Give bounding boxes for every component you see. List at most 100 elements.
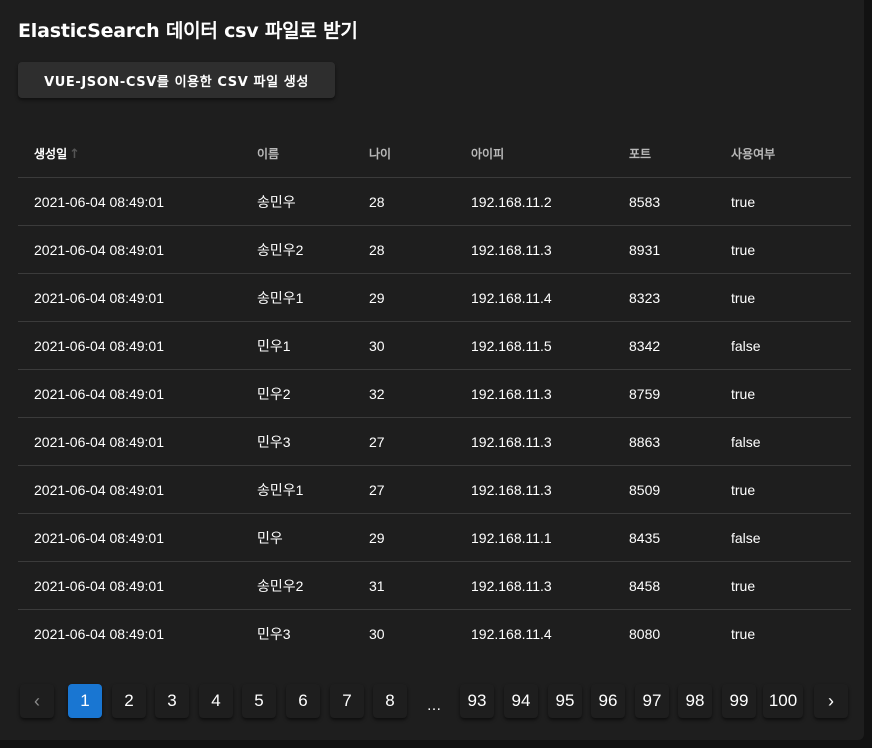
page-button[interactable]: 3 (155, 684, 189, 718)
page-button[interactable]: 97 (635, 684, 669, 718)
page-button[interactable]: 98 (678, 684, 712, 718)
cell-name: 송민우2 (241, 561, 353, 610)
cell-name: 민우3 (257, 625, 291, 642)
table-row: 2021-06-04 08:49:01 민우3 30 192.168.11.4 8080… (18, 610, 851, 658)
column-header-port[interactable]: 포트 (613, 130, 715, 178)
table-row: 2021-06-04 08:49:01 송민우 28 192.168.11.2 8583… (18, 177, 851, 226)
cell-age: 28 (353, 225, 455, 274)
cell-port: 8080 (629, 625, 661, 642)
cell-name: 민우2 (241, 369, 353, 418)
cell-ip: 192.168.11.5 (455, 321, 613, 370)
chevron-left-icon[interactable]: ‹ (20, 684, 54, 718)
table-body: 2021-06-04 08:49:01 송민우 28 192.168.11.2 8583… (18, 177, 851, 658)
page-button[interactable]: 8 (373, 684, 407, 718)
cell-created: 2021-06-04 08:49:01 (18, 177, 241, 226)
page-button[interactable]: 93 (460, 684, 494, 718)
cell-port: 8931 (613, 225, 715, 274)
cell-ip: 192.168.11.3 (455, 417, 613, 466)
cell-enabled: false (715, 417, 851, 466)
cell-port: 8458 (613, 561, 715, 610)
cell-name: 민우3 (241, 417, 353, 466)
page-button[interactable]: 96 (591, 684, 625, 718)
page-button[interactable]: 99 (722, 684, 756, 718)
chevron-right-icon[interactable]: › (814, 684, 848, 718)
table-row: 2021-06-04 08:49:01 송민우2 31 192.168.11.3 845… (18, 561, 851, 610)
cell-age: 27 (353, 417, 455, 466)
cell-ip: 192.168.11.2 (455, 177, 613, 226)
cell-ip: 192.168.11.4 (471, 625, 552, 642)
page-title: ElasticSearch 데이터 csv 파일로 받기 (18, 20, 358, 42)
cell-age: 29 (353, 273, 455, 322)
cell-age: 30 (353, 321, 455, 370)
cell-created: 2021-06-04 08:49:01 (18, 225, 241, 274)
cell-age: 30 (369, 625, 385, 642)
column-header-enabled[interactable]: 사용여부 (715, 130, 851, 178)
cell-enabled: false (715, 513, 851, 562)
cell-port: 8863 (613, 417, 715, 466)
pagination: ‹ 1 2 3 4 5 6 7 8 … 93 94 95 96 97 98 99 100 › (20, 684, 850, 718)
cell-enabled: true (715, 225, 851, 274)
cell-port: 8435 (613, 513, 715, 562)
cell-name: 민우1 (241, 321, 353, 370)
column-header-age[interactable]: 나이 (353, 130, 455, 178)
cell-enabled: true (731, 625, 756, 642)
cell-created: 2021-06-04 08:49:01 (18, 513, 241, 562)
cell-port: 8342 (613, 321, 715, 370)
cell-name: 송민우 (241, 177, 353, 226)
main-card: ElasticSearch 데이터 csv 파일로 받기 VUE-JSON-CS… (0, 0, 864, 740)
page-button[interactable]: 2 (112, 684, 146, 718)
page-button[interactable]: 94 (504, 684, 538, 718)
cell-ip: 192.168.11.3 (455, 369, 613, 418)
table-row: 2021-06-04 08:49:01 민우2 32 192.168.11.3 8759… (18, 369, 851, 418)
cell-ip: 192.168.11.1 (455, 513, 613, 562)
table-row: 2021-06-04 08:49:01 송민우2 28 192.168.11.3 893… (18, 225, 851, 274)
cell-age: 32 (353, 369, 455, 418)
cell-enabled: true (715, 369, 851, 418)
cell-created: 2021-06-04 08:49:01 (34, 625, 164, 642)
cell-name: 송민우2 (241, 225, 353, 274)
page-button[interactable]: 5 (242, 684, 276, 718)
cell-ip: 192.168.11.3 (455, 465, 613, 514)
cell-age: 27 (353, 465, 455, 514)
cell-created: 2021-06-04 08:49:01 (18, 321, 241, 370)
page-button[interactable]: 95 (548, 684, 582, 718)
table-header-row: 생성일 ↑ 이름 나이 아이피 포트 사용여부 (18, 130, 851, 178)
cell-port: 8759 (613, 369, 715, 418)
cell-ip: 192.168.11.3 (455, 225, 613, 274)
column-header-ip[interactable]: 아이피 (455, 130, 613, 178)
column-header-label: 생성일 (34, 147, 68, 161)
page-button[interactable]: 100 (763, 684, 803, 718)
cell-port: 8583 (613, 177, 715, 226)
column-header-label: 나이 (369, 147, 392, 161)
column-header-label: 아이피 (471, 147, 505, 161)
column-header-label: 포트 (629, 147, 652, 161)
column-header-label: 이름 (257, 147, 280, 161)
pagination-ellipsis: … (426, 697, 442, 714)
page-button[interactable]: 7 (330, 684, 364, 718)
cell-enabled: true (715, 465, 851, 514)
cell-created: 2021-06-04 08:49:01 (18, 417, 241, 466)
generate-csv-button[interactable]: VUE-JSON-CSV를 이용한 CSV 파일 생성 (18, 62, 335, 98)
arrow-up-icon[interactable]: ↑ (69, 147, 80, 162)
cell-enabled: true (715, 177, 851, 226)
cell-port: 8509 (613, 465, 715, 514)
table-row: 2021-06-04 08:49:01 민우3 27 192.168.11.3 8863… (18, 417, 851, 466)
table-row: 2021-06-04 08:49:01 송민우1 29 192.168.11.4 832… (18, 273, 851, 322)
column-header-name[interactable]: 이름 (241, 130, 353, 178)
column-header-created[interactable]: 생성일 ↑ (18, 130, 241, 178)
table-row: 2021-06-04 08:49:01 민우 29 192.168.11.1 8435 f… (18, 513, 851, 562)
cell-created: 2021-06-04 08:49:01 (18, 561, 241, 610)
cell-created: 2021-06-04 08:49:01 (18, 465, 241, 514)
cell-name: 민우 (241, 513, 353, 562)
page-button[interactable]: 6 (286, 684, 320, 718)
page-button[interactable]: 1 (68, 684, 102, 718)
page-button[interactable]: 4 (199, 684, 233, 718)
cell-enabled: false (715, 321, 851, 370)
cell-name: 송민우1 (241, 465, 353, 514)
cell-enabled: true (715, 273, 851, 322)
cell-ip: 192.168.11.3 (455, 561, 613, 610)
data-table: 생성일 ↑ 이름 나이 아이피 포트 사용여부 2021-06-04 08:49:… (18, 130, 851, 657)
cell-age: 29 (353, 513, 455, 562)
table-row: 2021-06-04 08:49:01 민우1 30 192.168.11.5 8342… (18, 321, 851, 370)
column-header-label: 사용여부 (731, 147, 776, 161)
